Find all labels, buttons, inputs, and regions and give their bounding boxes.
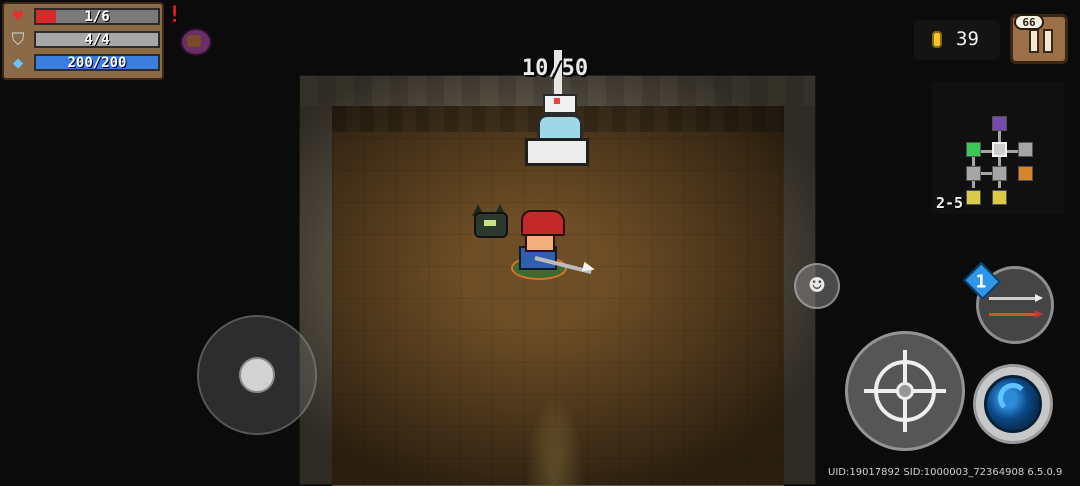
armor-text: 4/4 [84,32,110,48]
minimap-room [966,166,981,181]
purple-pouch-icon[interactable] [178,24,212,56]
gold-counter: 39 [914,20,1000,60]
energy-text: 200/200 [67,55,127,71]
pause-badge: 66 [1014,14,1044,30]
pouch-face [187,35,201,47]
shield-icon: ⛉ [11,30,25,50]
pause-icon [1029,29,1039,53]
player-character [505,210,597,282]
joystick-knob[interactable] [239,357,275,393]
gold-value: 39 [956,28,979,50]
portal-light [525,395,585,485]
water-swirl-highlight [998,383,1028,413]
health-row: ♥ 1/6 [8,7,160,27]
diamond-icon: ◆ [12,53,24,73]
pet-cat [470,204,510,238]
red-spear-tip-icon [1035,310,1043,318]
build-info: UID:19017892 SID:1000003_72364908 6.5.0.… [828,467,1063,478]
minimap[interactable]: 2-5 [932,82,1064,214]
level-indicator: 2-5 [936,194,964,212]
health-bar: 1/6 [34,8,160,25]
weapon-count-text: 1 [975,271,987,293]
coin-icon [932,31,942,48]
minimap-room-chest [1018,166,1033,181]
skill-button[interactable] [973,364,1053,444]
emote-button[interactable]: ☻ [794,263,840,309]
machine-base [525,138,589,166]
spear-icon [989,297,1035,300]
crosshair-center [896,382,914,400]
red-spear-icon [989,313,1035,316]
armor-row: ⛉ 4/4 [8,30,160,50]
energy-bar: 200/200 [34,54,160,71]
health-text: 1/6 [84,9,110,25]
minimap-current-room [992,142,1007,157]
minimap-room [992,166,1007,181]
player-stats-panel: ♥ 1/6 ⛉ 4/4 ◆ 200/200 [2,2,164,80]
minimap-room [1018,142,1033,157]
machine-light [554,98,560,104]
minimap-room-green [966,142,981,157]
machine-counter: 10/50 [521,56,589,81]
energy-row: ◆ 200/200 [8,53,160,73]
minimap-boss-room [992,116,1007,131]
attack-button[interactable] [845,331,965,451]
machine-head [543,94,577,114]
player-hat [521,210,565,236]
armor-bar: 4/4 [34,31,160,48]
movement-joystick[interactable] [197,315,317,435]
pause-icon [1043,29,1053,53]
spear-tip-icon [1035,294,1043,302]
minimap-room-yellow [966,190,981,205]
minimap-room-yellow [992,190,1007,205]
pet-eyes [484,220,496,226]
heart-icon: ♥ [12,7,24,27]
